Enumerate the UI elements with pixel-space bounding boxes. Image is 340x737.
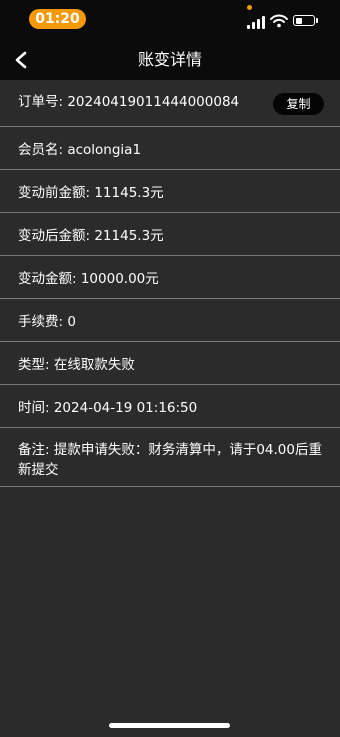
detail-list: 订单号: 20240419011444000084 复制 会员名: acolon… [0, 80, 340, 487]
home-indicator[interactable] [109, 723, 230, 728]
before-amount-row: 变动前金额: 11145.3元 [0, 170, 340, 213]
remark-text: 备注: 提款申请失败：财务清算中，请于04.00后重新提交 [18, 442, 322, 478]
wifi-icon [270, 14, 288, 28]
battery-tip [316, 18, 318, 23]
type-row: 类型: 在线取款失败 [0, 342, 340, 385]
type-text: 类型: 在线取款失败 [18, 357, 135, 373]
cellular-signal-icon [247, 15, 267, 29]
before-amount-text: 变动前金额: 11145.3元 [18, 185, 164, 201]
change-amount-text: 变动金额: 10000.00元 [18, 271, 159, 287]
page-title: 账变详情 [137, 50, 202, 69]
member-name-text: 会员名: acolongia1 [18, 142, 142, 158]
member-row: 会员名: acolongia1 [0, 127, 340, 170]
status-time: 01:20 [29, 9, 86, 29]
status-bar: 01:20 [0, 0, 340, 40]
fee-text: 手续费: 0 [18, 314, 76, 330]
copy-button[interactable]: 复制 [273, 93, 324, 115]
time-text: 时间: 2024-04-19 01:16:50 [18, 400, 198, 416]
nav-bar: 账变详情 [0, 40, 340, 80]
battery-icon [293, 15, 315, 26]
privacy-indicator-dot [247, 5, 252, 10]
fee-row: 手续费: 0 [0, 299, 340, 342]
order-number-row: 订单号: 20240419011444000084 复制 [0, 80, 340, 127]
after-amount-text: 变动后金额: 21145.3元 [18, 228, 164, 244]
remark-row: 备注: 提款申请失败：财务清算中，请于04.00后重新提交 [0, 428, 340, 487]
after-amount-row: 变动后金额: 21145.3元 [0, 213, 340, 256]
change-amount-row: 变动金额: 10000.00元 [0, 256, 340, 299]
time-row: 时间: 2024-04-19 01:16:50 [0, 385, 340, 428]
